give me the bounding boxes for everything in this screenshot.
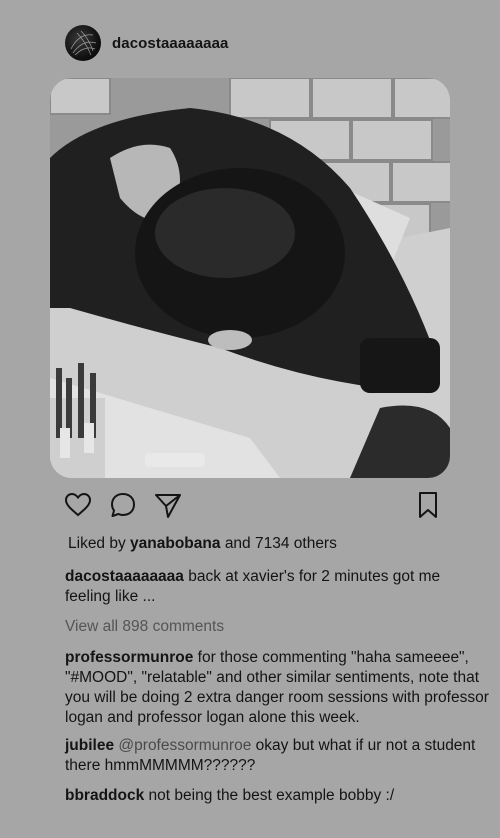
caption: dacostaaaaaaaa back at xavier's for 2 mi… <box>65 567 485 607</box>
comment: bbraddock not being the best example bob… <box>65 786 490 806</box>
comment-username[interactable]: professormunroe <box>65 649 193 666</box>
share-icon[interactable] <box>153 490 183 520</box>
comment-username[interactable]: jubilee <box>65 737 114 754</box>
comment: professormunroe for those commenting "ha… <box>65 648 490 728</box>
bookmark-icon[interactable] <box>413 490 443 520</box>
comment-mention[interactable]: @professormunroe <box>118 737 251 754</box>
avatar[interactable] <box>65 25 101 61</box>
comment-icon[interactable] <box>108 490 138 520</box>
view-all-comments-link[interactable]: View all 898 comments <box>65 618 224 636</box>
post-header: dacostaaaaaaaa <box>65 25 229 61</box>
heart-icon[interactable] <box>63 490 93 520</box>
post-actions <box>63 490 441 520</box>
comment-username[interactable]: bbraddock <box>65 787 144 804</box>
comment: jubilee @professormunroe okay but what i… <box>65 736 490 776</box>
caption-username[interactable]: dacostaaaaaaaa <box>65 568 184 585</box>
post-photo[interactable] <box>50 78 450 478</box>
likes-line: Liked by yanabobana and 7134 others <box>68 535 337 553</box>
likes-suffix[interactable]: and 7134 others <box>225 535 337 552</box>
likes-prefix: Liked by <box>68 535 126 552</box>
comment-text: not being the best example bobby :/ <box>148 787 395 804</box>
post-username[interactable]: dacostaaaaaaaa <box>112 35 229 52</box>
liker-username[interactable]: yanabobana <box>130 535 220 552</box>
